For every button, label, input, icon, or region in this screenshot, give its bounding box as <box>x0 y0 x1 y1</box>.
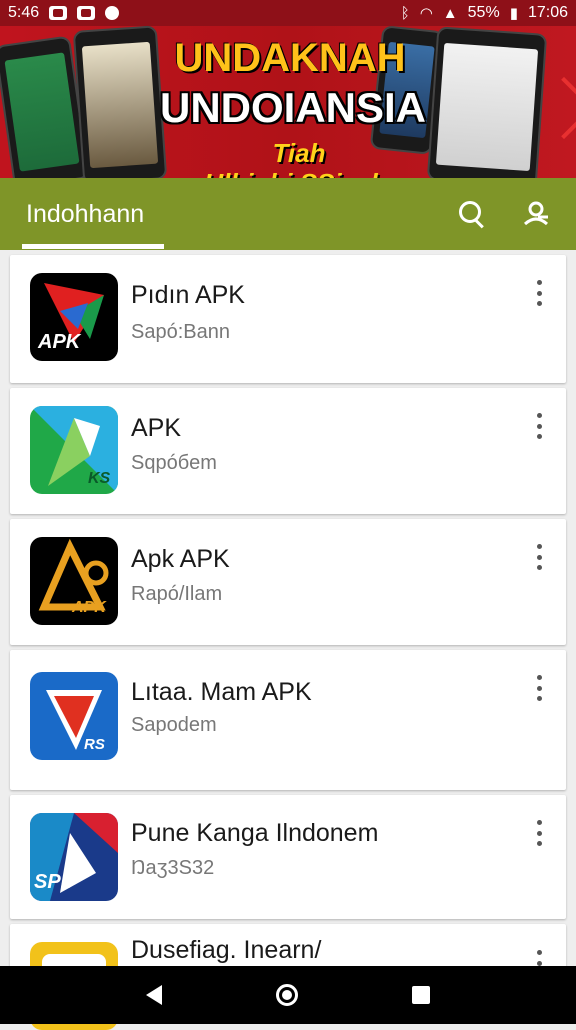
app-subtitle: Sapodem <box>131 714 217 736</box>
app-subtitle: Sapó:Bann <box>131 321 230 343</box>
tab-indicator <box>22 244 164 249</box>
app-icon[interactable]: APK <box>30 537 118 625</box>
notification-dot-icon <box>105 6 120 20</box>
overflow-menu-icon[interactable] <box>534 544 544 570</box>
app-icon[interactable]: SPIP <box>30 813 118 901</box>
app-title: Apk APK <box>131 545 230 573</box>
app-title: Pıdın APK <box>131 281 245 309</box>
profile-button[interactable] <box>520 198 552 230</box>
overflow-menu-icon[interactable] <box>534 675 544 701</box>
phone-image <box>426 26 548 178</box>
list-item[interactable]: SPIP Pune Kanga Ilndonem Ŋaʒ3S32 <box>10 795 566 919</box>
app-subtitle: Sqpóбem <box>131 452 217 474</box>
list-item[interactable]: APK Apk APK Rapó/Ilam <box>10 519 566 645</box>
battery-percent: 55% <box>467 4 500 21</box>
app-subtitle: Rapó/Ilam <box>131 583 223 605</box>
app-title: Dusefiag. Inearn/ <box>131 936 324 964</box>
status-left-text: 5:46 <box>8 4 40 21</box>
list-item[interactable]: KS APK Sqpóбem <box>10 388 566 514</box>
status-bar: 5:46 ᛒ ◠ ▲ 55% ▮ 17:06 <box>0 0 576 26</box>
banner-title: UNDAKNAH <box>174 36 406 80</box>
app-title: Lıtaa. Mam APK <box>131 678 312 706</box>
app-title: Pune Kanga Ilndonem <box>131 819 379 847</box>
app-bar: Indohhann <box>0 178 576 250</box>
overflow-menu-icon[interactable] <box>534 413 544 439</box>
banner-tagline: Tiah Ulbighi.SSisaln <box>204 138 393 178</box>
list-item[interactable]: APK Pıdın APK Sapó:Bann <box>10 255 566 383</box>
app-icon[interactable]: APK <box>30 273 118 361</box>
clock: 17:06 <box>527 4 568 21</box>
search-button[interactable] <box>456 198 488 230</box>
list-item[interactable]: RS Lıtaa. Mam APK Sapodem <box>10 650 566 790</box>
app-icon[interactable]: RS <box>30 672 118 760</box>
overflow-menu-icon[interactable] <box>534 280 544 306</box>
app-subtitle: Ŋaʒ3S32 <box>131 857 215 879</box>
promo-banner[interactable]: UNDAKNAH UNDOIANSIA Tiah Ulbighi.SSisaln <box>0 26 576 178</box>
signal-icon: ▲ <box>442 4 458 22</box>
wifi-icon: ◠ <box>419 5 433 22</box>
battery-icon: ▮ <box>509 5 518 22</box>
profile-icon <box>523 201 549 226</box>
banner-subtitle: UNDOIANSIA <box>159 84 426 131</box>
bluetooth-icon: ᛒ <box>400 4 410 22</box>
message-notification-icon <box>77 6 96 20</box>
app-icon[interactable]: KS <box>30 406 118 494</box>
system-nav-bar <box>0 966 576 1024</box>
home-icon[interactable] <box>276 984 298 1006</box>
recents-icon[interactable] <box>412 986 430 1004</box>
phone-image <box>72 26 168 178</box>
gallery-notification-icon <box>49 6 68 20</box>
back-icon[interactable] <box>146 985 162 1005</box>
overflow-menu-icon[interactable] <box>534 820 544 846</box>
app-title: APK <box>131 414 182 442</box>
tab-title[interactable]: Indohhann <box>26 200 144 229</box>
